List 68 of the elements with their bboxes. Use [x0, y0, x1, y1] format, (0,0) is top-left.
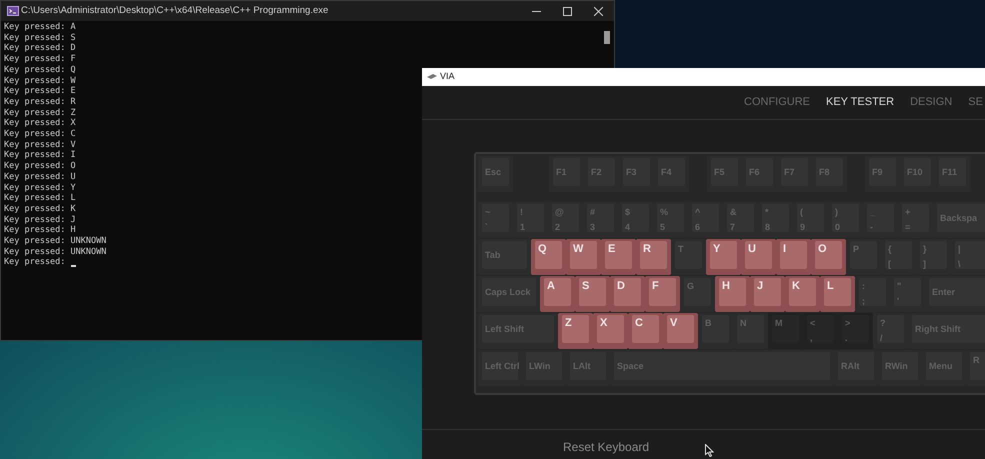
console-line: Key pressed: H — [4, 225, 76, 236]
nav-tab[interactable]: CONFIGURE — [744, 94, 810, 111]
console-line: Key pressed: Y — [4, 182, 76, 194]
console-line: Key pressed: R — [4, 96, 76, 108]
console-line: Key pressed: J — [4, 214, 76, 226]
close-icon — [594, 6, 603, 16]
keycap[interactable]: V — [663, 313, 698, 349]
text-cursor — [70, 265, 76, 268]
console-line: Key pressed: S — [4, 32, 76, 44]
keycap[interactable]: A — [540, 276, 575, 312]
console-line: Key pressed: K — [4, 204, 76, 215]
console-line: Key pressed: E — [4, 86, 76, 97]
keycap[interactable]: E — [601, 239, 636, 275]
keycap[interactable]: > . — [838, 313, 873, 349]
keycap[interactable]: O — [811, 239, 846, 275]
console-line: Key pressed: F — [4, 54, 76, 65]
console-line: Key pressed: X — [4, 118, 76, 130]
keyboard-icon — [427, 74, 437, 80]
console-line: Key pressed: D — [4, 43, 76, 54]
keycap[interactable]: U — [741, 239, 776, 275]
keycap[interactable]: : ; — [855, 276, 890, 312]
minimize-icon — [532, 10, 541, 12]
keycap[interactable]: I — [776, 239, 811, 275]
keycap[interactable]: ~ ` — [478, 202, 513, 238]
console-line: Key pressed: UNKNOWN — [4, 236, 106, 247]
console-line: Key pressed: I — [4, 150, 76, 162]
keycap[interactable]: ? / — [873, 313, 908, 349]
keycap[interactable]: " ' — [890, 276, 925, 312]
reset-keyboard-button[interactable]: Reset Keyboard — [563, 438, 650, 456]
keycap[interactable]: F — [645, 276, 680, 312]
keycap[interactable]: } ] — [916, 239, 951, 275]
scrollbar-thumb[interactable] — [604, 31, 610, 44]
keycap[interactable]: X — [593, 313, 628, 349]
nav-tab[interactable]: KEY TESTER — [826, 94, 894, 111]
keycap[interactable]: H — [715, 276, 750, 312]
keycap[interactable]: Y — [706, 239, 741, 275]
console-app-icon — [7, 6, 19, 16]
keycap[interactable]: R — [636, 239, 671, 275]
console-line: Key pressed: C — [4, 129, 76, 140]
keycap[interactable]: D — [610, 276, 645, 312]
window-title: C:\Users\Administrator\Desktop\C++\x64\Release\C++ Programming.exe — [21, 4, 328, 18]
keycap[interactable]: Q — [531, 239, 566, 275]
console-line: Key pressed: — [4, 257, 66, 268]
console-line: Key pressed: A — [4, 22, 76, 33]
nav-tab[interactable]: DESIGN — [910, 94, 952, 111]
keycap[interactable]: < , — [803, 313, 838, 349]
window-title: VIA — [440, 70, 455, 84]
keycap[interactable]: Z — [558, 313, 593, 349]
console-line: Key pressed: V — [4, 140, 76, 150]
keycap[interactable]: | \ — [951, 239, 985, 275]
console-line: Key pressed: O — [4, 161, 76, 172]
console-line: Key pressed: Z — [4, 108, 76, 118]
keycap[interactable]: K — [785, 276, 820, 312]
keycap[interactable]: + = — [898, 202, 933, 238]
console-line: Key pressed: W — [4, 76, 76, 86]
nav-tab[interactable]: SE — [968, 94, 983, 111]
keycap[interactable]: _ - — [863, 202, 898, 238]
console-line: Key pressed: UNKNOWN — [4, 246, 106, 258]
keycap[interactable]: C — [628, 313, 663, 349]
keycap[interactable]: { [ — [881, 239, 916, 275]
console-line: Key pressed: Q — [4, 64, 76, 76]
keycap[interactable]: W — [566, 239, 601, 275]
keycap[interactable]: L — [820, 276, 855, 312]
console-line: Key pressed: U — [4, 172, 76, 183]
console-line: Key pressed: L — [4, 193, 76, 204]
keycap[interactable]: S — [575, 276, 610, 312]
maximize-icon — [563, 6, 572, 16]
keycap[interactable]: J — [750, 276, 785, 312]
